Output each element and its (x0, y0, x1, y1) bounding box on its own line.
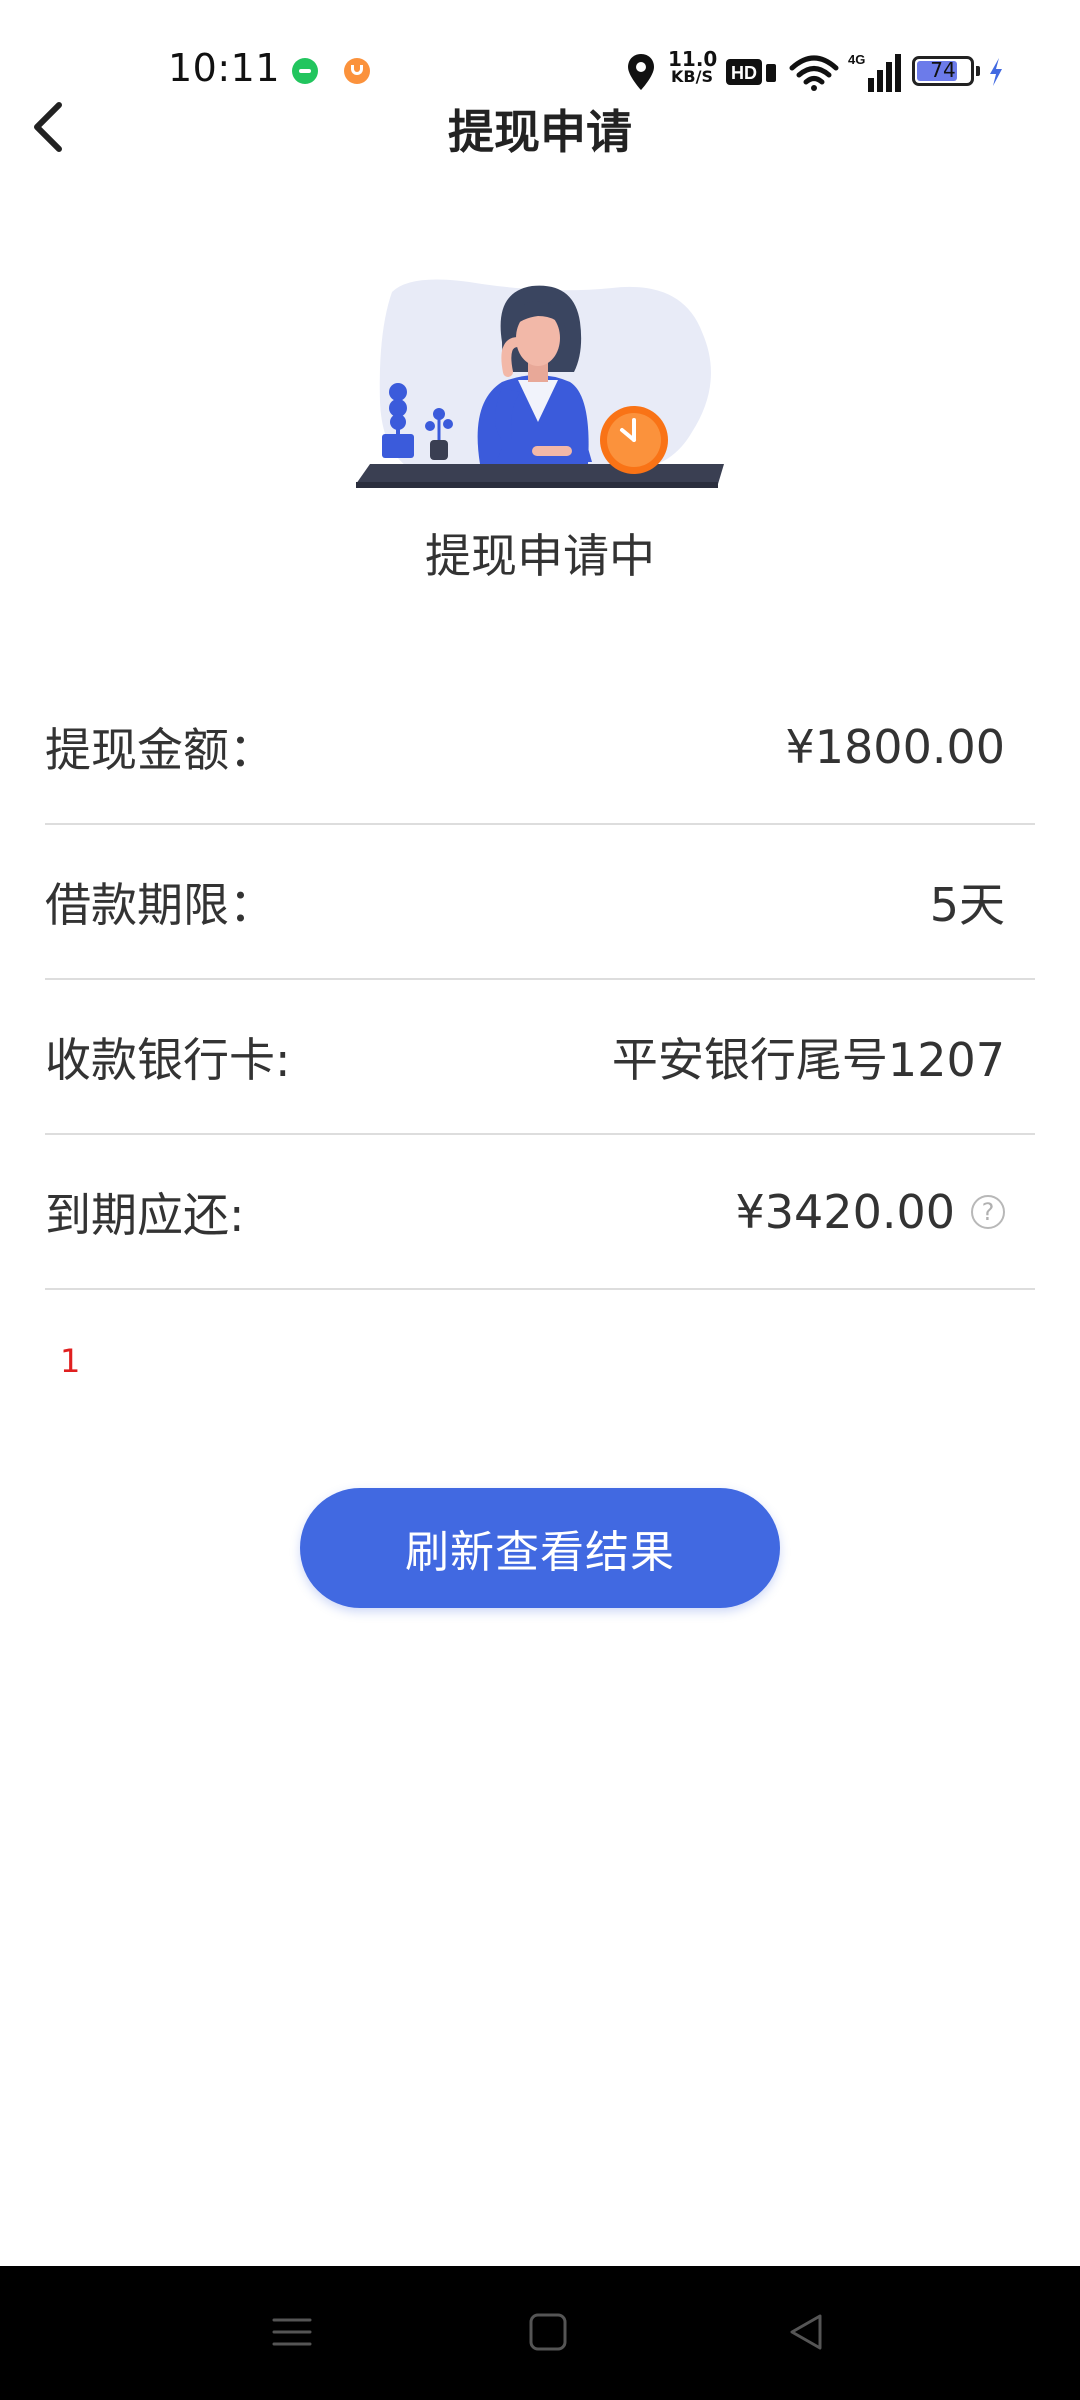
menu-icon (272, 2318, 312, 2346)
amount-value: ¥1800.00 (785, 719, 1006, 774)
battery-icon: 74 (912, 56, 974, 86)
battery-level: 74 (930, 58, 956, 82)
refresh-result-button[interactable]: 刷新查看结果 (300, 1488, 780, 1608)
due-amount-value: ¥3420.00 (735, 1184, 956, 1239)
note-text: 1 (60, 1342, 81, 1380)
nav-back-button[interactable] (776, 2302, 836, 2362)
withdrawal-status-text: 提现申请中 (425, 529, 655, 583)
location-icon (628, 54, 654, 90)
wifi-icon (789, 55, 839, 91)
svg-text:HD: HD (731, 63, 757, 83)
detail-row-amount: 提现金额： ¥1800.00 (45, 670, 1035, 825)
detail-row-term: 借款期限： 5天 (45, 825, 1035, 980)
detail-label: 到期应还: (45, 1187, 245, 1242)
network-speed: 11.0 KB/S (668, 47, 718, 86)
system-nav-bar (0, 2266, 1080, 2400)
home-icon (529, 2313, 567, 2351)
back-triangle-icon (790, 2314, 822, 2350)
detail-value: 5天 (930, 869, 1005, 935)
status-bar: 10:11 11.0 KB/S HD 4G 74 (0, 0, 1080, 110)
network-speed-value: 11.0 (668, 47, 718, 71)
detail-label: 收款银行卡: (45, 1032, 291, 1087)
question-circle-icon[interactable]: ? (971, 1194, 1005, 1229)
detail-value: 平安银行尾号1207 (612, 1024, 1005, 1090)
hd-icon: HD (726, 59, 776, 85)
chat-app-notification-icon (292, 58, 318, 84)
page-title: 提现申请 (448, 105, 632, 159)
detail-value: ¥1800.00 (786, 720, 1006, 774)
nav-menu-button[interactable] (262, 2302, 322, 2362)
detail-label: 借款期限： (45, 877, 275, 932)
nav-home-button[interactable] (518, 2302, 578, 2362)
detail-value: ¥3420.00 ? (735, 1184, 1005, 1239)
term-value: 5天 (929, 877, 1005, 932)
withdrawal-details: 提现金额： ¥1800.00 借款期限： 5天 收款银行卡: 平安银行尾号120… (45, 670, 1035, 1290)
detail-row-bank-card: 收款银行卡: 平安银行尾号1207 (45, 980, 1035, 1135)
charging-icon (990, 58, 1002, 86)
4g-signal-icon: 4G (848, 52, 901, 92)
bank-card-value: 平安银行尾号1207 (611, 1032, 1005, 1087)
woman-waiting-clock-illustration (356, 279, 724, 488)
battery-cap (976, 66, 980, 76)
detail-row-due-amount: 到期应还: ¥3420.00 ? (45, 1135, 1035, 1290)
app-notification-icon (344, 58, 370, 84)
detail-label: 提现金额： (45, 722, 275, 777)
network-speed-unit: KB/S (671, 67, 713, 86)
svg-text:4G: 4G (848, 52, 865, 67)
status-time: 10:11 (168, 46, 281, 90)
